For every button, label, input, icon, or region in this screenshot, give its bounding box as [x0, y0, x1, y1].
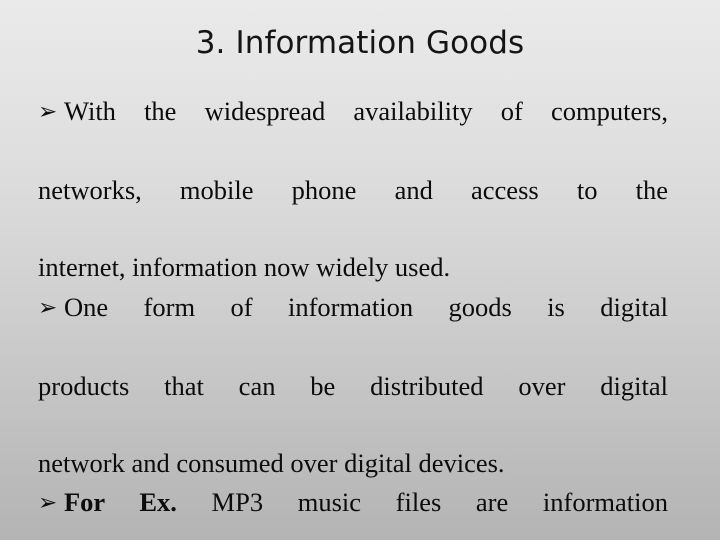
bullet-1-line-2: networks, mobile phone and access to the	[38, 175, 668, 205]
arrow-bullet-icon: ➢	[38, 99, 58, 125]
slide-body: ➢ With the widespread availability of com…	[38, 92, 668, 540]
arrow-bullet-icon: ➢	[38, 294, 58, 321]
slide-canvas: 3. Information Goods ➢ With the widesprea…	[0, 0, 720, 540]
page-title: 3. Information Goods	[195, 25, 525, 61]
bullet-2-line-2: products that can be distributed over di…	[38, 370, 668, 401]
bullet-1-line-3: internet, information now widely used.	[38, 252, 451, 282]
bullet-3-line-1: MP3 music files are information	[176, 487, 668, 517]
bullet-paragraph-3: ➢ For Ex. MP3 music files are information…	[38, 483, 668, 540]
bullet-paragraph-2: ➢ One form of information goods is digita…	[38, 288, 668, 483]
bullet-1-line-1: With the widespread availability of comp…	[64, 96, 668, 126]
bullet-3-bold-prefix: For Ex.	[64, 487, 177, 517]
arrow-bullet-icon: ➢	[38, 490, 58, 516]
bullet-paragraph-1: ➢ With the widespread availability of com…	[38, 92, 668, 287]
bullet-2-line-1: One form of information goods is digital	[64, 291, 668, 322]
bullet-2-line-3: network and consumed over digital device…	[38, 447, 505, 478]
